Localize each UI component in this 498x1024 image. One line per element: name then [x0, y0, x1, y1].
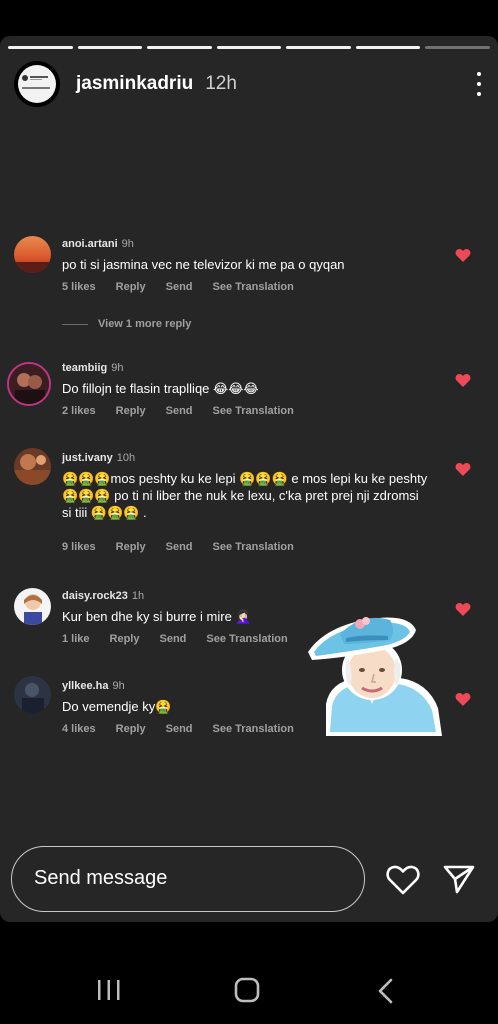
avatar-image — [18, 65, 56, 103]
comment-username[interactable]: just.ivany — [62, 452, 113, 464]
view-more-replies-button[interactable]: View 1 more reply — [62, 318, 191, 330]
heart-icon[interactable] — [386, 864, 420, 896]
progress-segment-current — [425, 46, 491, 49]
system-navigation-bar — [0, 962, 498, 1018]
comment-time: 1h — [131, 590, 145, 602]
see-translation-button[interactable]: See Translation — [213, 723, 294, 735]
see-translation-button[interactable]: See Translation — [213, 281, 294, 293]
comment-actions: 5 likes Reply Send See Translation — [62, 281, 428, 293]
likes-count[interactable]: 2 likes — [62, 405, 96, 417]
send-message-input[interactable]: Send message — [11, 846, 365, 912]
see-translation-button[interactable]: See Translation — [206, 633, 287, 645]
heart-filled-icon[interactable] — [455, 462, 471, 476]
message-bar: Send message — [0, 842, 498, 912]
heart-filled-icon[interactable] — [455, 692, 471, 706]
heart-filled-icon[interactable] — [455, 602, 471, 616]
story-username[interactable]: jasminkadriu — [76, 73, 193, 95]
see-translation-button[interactable]: See Translation — [213, 541, 294, 553]
comment-username[interactable]: anoi.artani — [62, 238, 118, 250]
comment-username[interactable]: teambiig — [62, 362, 107, 374]
send-button[interactable]: Send — [166, 405, 193, 417]
story-header: jasminkadriu 12h — [14, 61, 484, 107]
send-button[interactable]: Send — [166, 723, 193, 735]
send-button[interactable]: Send — [166, 281, 193, 293]
comment-text: po ti si jasmina vec ne televizor ki me … — [62, 257, 345, 272]
see-translation-button[interactable]: See Translation — [213, 405, 294, 417]
comment-avatar[interactable] — [14, 676, 51, 713]
comment-avatar[interactable] — [7, 362, 51, 406]
story-timestamp: 12h — [205, 73, 237, 94]
story-progress-bar — [8, 46, 491, 49]
likes-count[interactable]: 9 likes — [62, 541, 96, 553]
comment-body: anoi.artani 9h po ti si jasmina vec ne te… — [62, 234, 428, 293]
heart-filled-icon[interactable] — [455, 373, 471, 387]
comment-time: 10h — [116, 452, 136, 464]
comment-username[interactable]: yllkee.ha — [62, 680, 108, 692]
paper-plane-icon[interactable] — [443, 864, 475, 894]
comment-actions: 9 likes Reply Send See Translation — [62, 541, 428, 553]
likes-count[interactable]: 1 like — [62, 633, 90, 645]
comment-time: 9h — [112, 680, 125, 692]
comment-time: 9h — [121, 238, 134, 250]
comment-avatar[interactable] — [14, 236, 51, 273]
progress-segment — [77, 46, 143, 49]
send-button[interactable]: Send — [160, 633, 187, 645]
comment-time: 9h — [111, 362, 124, 374]
comment-avatar[interactable] — [14, 448, 51, 485]
comment-body: just.ivany 10h 🤮🤮🤮mos peshty ku ke lepi 🤮… — [62, 448, 428, 553]
progress-segment — [286, 46, 351, 49]
comment-avatar[interactable] — [14, 588, 51, 625]
progress-segment — [355, 46, 421, 49]
reply-button[interactable]: Reply — [110, 633, 140, 645]
likes-count[interactable]: 5 likes — [62, 281, 96, 293]
progress-segment — [147, 46, 212, 49]
reply-button[interactable]: Reply — [116, 281, 146, 293]
avatar[interactable] — [14, 61, 60, 107]
comment-text: Do fillojn te flasin traplliqe 😂😂😂 — [62, 381, 259, 396]
progress-segment — [216, 46, 282, 49]
send-button[interactable]: Send — [166, 541, 193, 553]
reply-button[interactable]: Reply — [116, 541, 146, 553]
home-icon[interactable] — [234, 977, 260, 1003]
comment-username[interactable]: daisy.rock23 — [62, 590, 128, 602]
more-vertical-icon[interactable] — [474, 72, 484, 96]
comment-actions: 2 likes Reply Send See Translation — [62, 405, 428, 417]
recent-apps-icon[interactable] — [96, 979, 122, 1001]
likes-count[interactable]: 4 likes — [62, 723, 96, 735]
progress-segment — [8, 46, 73, 49]
comment-body: teambiig 9h Do fillojn te flasin traplliq… — [62, 358, 428, 417]
reply-button[interactable]: Reply — [116, 405, 146, 417]
heart-filled-icon[interactable] — [455, 248, 471, 262]
comment-text: 🤮🤮🤮mos peshty ku ke lepi 🤮🤮🤮 e mos lepi … — [62, 471, 428, 520]
queen-sticker[interactable] — [304, 608, 448, 736]
back-icon[interactable] — [376, 978, 396, 1004]
story-viewer: jasminkadriu 12h anoi.artani 9h po ti si … — [0, 36, 498, 922]
reply-button[interactable]: Reply — [116, 723, 146, 735]
